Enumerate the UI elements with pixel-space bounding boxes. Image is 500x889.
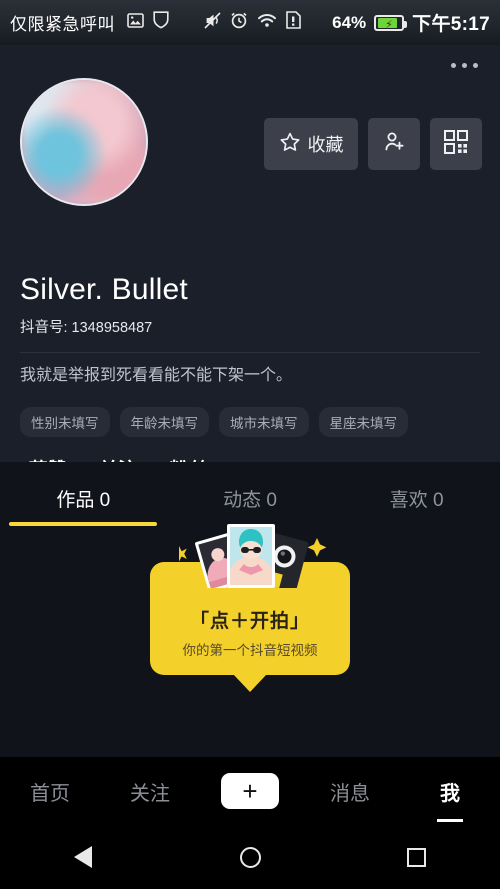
tab-active-indicator	[9, 522, 158, 526]
photo-camera-illustration	[165, 516, 335, 593]
profile-header: 收藏 Silver. Bullet 抖音号: 1348958487 我就是举报到…	[0, 45, 500, 481]
nav-home[interactable]: 首页	[0, 777, 100, 806]
tab-works[interactable]: 作品 0	[0, 462, 167, 534]
tab-likes-label: 喜欢 0	[389, 489, 444, 511]
tab-works-label: 作品 0	[56, 489, 111, 511]
tab-likes[interactable]: 喜欢 0	[333, 462, 500, 534]
nav-me-label: 我	[440, 782, 460, 805]
create-video-tooltip[interactable]: 「点＋开拍」 你的第一个抖音短视频	[150, 524, 350, 675]
profile-tags: 性别未填写 年龄未填写 城市未填写 星座未填写	[20, 407, 408, 437]
tag-city[interactable]: 城市未填写	[219, 407, 309, 437]
nav-me[interactable]: 我	[400, 777, 500, 822]
recents-square-icon[interactable]	[333, 847, 500, 867]
douyin-profile-screen: 仅限紧急呼叫 64% ⚡ 下午5:17 收藏 Silver. Bullet 抖音…	[0, 0, 500, 889]
add-friend-button[interactable]	[368, 118, 420, 170]
empty-state: 「点＋开拍」 你的第一个抖音短视频	[0, 524, 500, 675]
avatar-image	[22, 80, 146, 204]
plus-icon: +	[242, 776, 258, 806]
mute-icon	[204, 11, 221, 34]
system-navigation-bar	[0, 825, 500, 889]
empty-state-title: 「点＋开拍」	[189, 611, 310, 632]
status-icons	[127, 11, 301, 34]
star-icon	[279, 131, 301, 158]
douyin-id[interactable]: 抖音号: 1348958487	[20, 316, 152, 337]
divider	[20, 352, 480, 353]
qrcode-button[interactable]	[430, 118, 482, 170]
sim-card-icon	[286, 11, 301, 34]
page-title: Silver. Bullet	[20, 273, 188, 306]
add-user-icon	[381, 130, 407, 159]
wifi-icon	[257, 13, 277, 33]
nav-following[interactable]: 关注	[100, 777, 200, 806]
status-bar: 仅限紧急呼叫 64% ⚡ 下午5:17	[0, 0, 500, 45]
carrier-label: 仅限紧急呼叫	[10, 15, 115, 34]
create-video-button[interactable]: +	[200, 773, 300, 809]
tag-gender[interactable]: 性别未填写	[20, 407, 110, 437]
avatar[interactable]	[20, 78, 148, 206]
alarm-icon	[230, 11, 248, 34]
favorite-button[interactable]: 收藏	[264, 118, 358, 170]
plus-button-shape[interactable]: +	[217, 773, 283, 809]
more-options-icon[interactable]	[451, 63, 478, 68]
home-circle-icon[interactable]	[167, 846, 334, 868]
profile-actions: 收藏	[264, 118, 482, 170]
tag-age[interactable]: 年龄未填写	[119, 407, 209, 437]
tag-constellation[interactable]: 星座未填写	[318, 407, 408, 437]
battery-percent: 64%	[332, 12, 367, 32]
empty-state-subtitle: 你的第一个抖音短视频	[182, 643, 318, 658]
tab-dynamics-label: 动态 0	[223, 489, 277, 511]
battery-charging-icon: ⚡	[374, 14, 408, 31]
favorite-button-label: 收藏	[307, 135, 344, 155]
status-right: 64% ⚡ 下午5:17	[332, 9, 490, 36]
back-triangle-icon[interactable]	[0, 846, 167, 868]
nav-active-indicator	[437, 818, 463, 822]
bio-text[interactable]: 我就是举报到死看看能不能下架一个。	[20, 365, 480, 387]
shield-icon	[153, 11, 169, 34]
qr-code-icon	[443, 129, 469, 160]
content-area: 作品 0 动态 0 喜欢 0 「点＋开拍」 你的第一个抖音短视频	[0, 462, 500, 757]
image-icon	[127, 12, 144, 33]
clock-label: 下午5:17	[412, 14, 490, 35]
nav-messages[interactable]: 消息	[300, 777, 400, 806]
bottom-tab-bar: 首页 关注 + 消息 我	[0, 757, 500, 825]
